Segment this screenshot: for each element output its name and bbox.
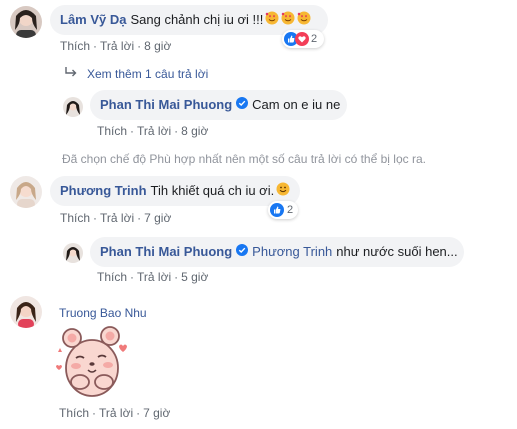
- separator: ·: [130, 124, 135, 138]
- verified-badge-icon: [236, 244, 249, 260]
- comment-author[interactable]: Phan Thi Mai Phuong: [100, 244, 232, 260]
- comment-bubble: Phan Thi Mai Phuong Phương Trinh như nướ…: [90, 237, 464, 267]
- separator: ·: [92, 406, 97, 420]
- like-link[interactable]: Thích: [59, 406, 89, 420]
- comment-time[interactable]: 8 giờ: [181, 124, 208, 138]
- smiling-face-icon: [276, 182, 290, 200]
- reaction-summary[interactable]: 2: [282, 30, 324, 48]
- view-more-replies-link[interactable]: Xem thêm 1 câu trả lời: [64, 66, 208, 81]
- reply-link[interactable]: Trả lời: [100, 211, 134, 225]
- avatar[interactable]: [63, 243, 83, 263]
- comment-actions: Thích · Trả lời · 7 giờ: [59, 406, 170, 420]
- view-more-label: Xem thêm 1 câu trả lời: [87, 66, 209, 81]
- like-reaction-icon: [270, 203, 284, 217]
- smiling-face-with-hearts-icon: [281, 11, 295, 29]
- reply-link[interactable]: Trả lời: [137, 270, 171, 284]
- separator: ·: [174, 124, 179, 138]
- smiling-face-with-hearts-icon: [297, 11, 311, 29]
- separator: ·: [93, 39, 98, 53]
- comment-author[interactable]: Lâm Vỹ Dạ: [60, 12, 126, 28]
- like-link[interactable]: Thích: [97, 124, 127, 138]
- like-link[interactable]: Thích: [97, 270, 127, 284]
- comment-text: Cam on e iu ne: [252, 97, 341, 112]
- comment-actions: Thích · Trả lời · 7 giờ: [60, 211, 171, 225]
- bear-sticker[interactable]: [50, 320, 132, 402]
- comment-text: Tih khiết quá ch iu ơi.: [150, 183, 275, 198]
- comment-actions: Thích · Trả lời · 5 giờ: [97, 270, 208, 284]
- comment-time[interactable]: 7 giờ: [144, 211, 171, 225]
- reply-link[interactable]: Trả lời: [99, 406, 133, 420]
- comment-bubble: Phương Trinh Tih khiết quá ch iu ơi.: [50, 176, 300, 206]
- avatar[interactable]: [10, 176, 42, 208]
- comment-actions: Thích · Trả lời · 8 giờ: [97, 124, 208, 138]
- reply-arrow-icon: [64, 66, 78, 81]
- comment-bubble: Phan Thi Mai Phuong Cam on e iu ne: [90, 90, 347, 120]
- reaction-summary[interactable]: 2: [268, 201, 298, 219]
- comment-text: như nước suối hen...: [336, 244, 458, 259]
- comment-time[interactable]: 5 giờ: [181, 270, 208, 284]
- avatar[interactable]: [10, 296, 42, 328]
- reply-link[interactable]: Trả lời: [137, 124, 171, 138]
- comment-time[interactable]: 8 giờ: [144, 39, 171, 53]
- comment-author[interactable]: Phương Trinh: [60, 183, 147, 199]
- separator: ·: [137, 211, 142, 225]
- like-link[interactable]: Thích: [60, 211, 90, 225]
- comment-time[interactable]: 7 giờ: [143, 406, 170, 420]
- separator: ·: [130, 270, 135, 284]
- separator: ·: [174, 270, 179, 284]
- filter-notice: Đã chọn chế độ Phù hợp nhất nên một số c…: [62, 152, 426, 166]
- comment-actions: Thích · Trả lời · 8 giờ: [60, 39, 171, 53]
- smiling-face-with-hearts-icon: [265, 11, 279, 29]
- mentioned-user[interactable]: Phương Trinh: [252, 244, 332, 260]
- verified-badge-icon: [236, 97, 249, 113]
- comment-author[interactable]: Phan Thi Mai Phuong: [100, 97, 232, 113]
- avatar[interactable]: [10, 6, 42, 38]
- reply-link[interactable]: Trả lời: [100, 39, 134, 53]
- comment-text: Sang chảnh chị iu ơi !!!: [130, 12, 264, 27]
- reaction-count: 2: [287, 204, 294, 216]
- like-link[interactable]: Thích: [60, 39, 90, 53]
- comment-author[interactable]: Truong Bao Nhu: [59, 306, 147, 320]
- love-reaction-icon: [295, 32, 309, 46]
- separator: ·: [136, 406, 141, 420]
- reaction-count: 2: [311, 33, 318, 45]
- avatar[interactable]: [63, 97, 83, 117]
- separator: ·: [93, 211, 98, 225]
- separator: ·: [137, 39, 142, 53]
